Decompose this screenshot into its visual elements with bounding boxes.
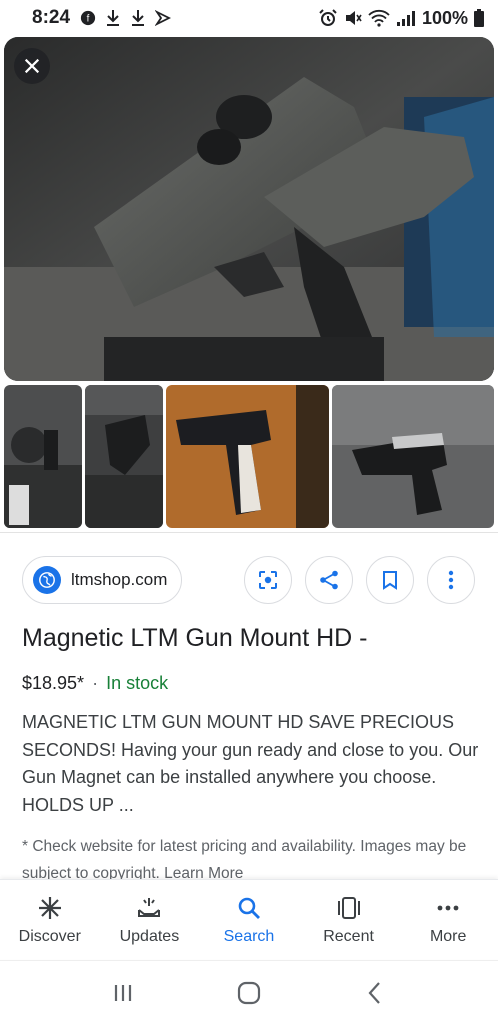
bookmark-icon <box>383 571 397 590</box>
nav-label: Updates <box>119 928 180 945</box>
share-button[interactable] <box>305 556 353 604</box>
thumbnail-2[interactable] <box>85 385 163 528</box>
wifi-icon <box>368 9 390 27</box>
divider <box>0 532 498 533</box>
thumbnail-4[interactable] <box>332 385 494 528</box>
search-icon <box>238 897 260 919</box>
battery-icon <box>474 9 484 27</box>
source-link[interactable]: ltmshop.com <box>22 556 182 604</box>
more-vert-icon <box>448 570 454 590</box>
nav-more[interactable]: More <box>398 880 498 959</box>
status-time: 8:24 <box>32 7 71 28</box>
asterisk-icon <box>38 897 61 919</box>
nav-updates[interactable]: Updates <box>100 880 200 959</box>
recent-icon <box>337 897 360 919</box>
download-icon <box>132 10 145 26</box>
recents-icon[interactable] <box>109 979 137 1007</box>
battery-percent: 100% <box>421 7 468 28</box>
nav-label: Recent <box>323 928 374 945</box>
bookmark-button[interactable] <box>366 556 414 604</box>
result-title[interactable]: Magnetic LTM Gun Mount HD - <box>22 624 367 653</box>
result-description: MAGNETIC LTM GUN MOUNT HD SAVE PRECIOUS … <box>22 712 479 815</box>
thumbnail-1[interactable] <box>4 385 82 528</box>
globe-icon <box>33 566 61 594</box>
notification-icon: f <box>80 10 96 26</box>
price: $18.95* <box>22 673 85 693</box>
back-icon[interactable] <box>361 979 389 1007</box>
share-icon <box>320 570 338 590</box>
related-images <box>4 385 494 528</box>
alarm-icon <box>319 9 337 26</box>
nav-label: Search <box>223 928 275 945</box>
nav-discover[interactable]: Discover <box>0 880 100 959</box>
status-right-icons: 100% <box>318 8 484 29</box>
more-options-button[interactable] <box>427 556 475 604</box>
stock-status: In stock <box>106 673 169 693</box>
pricing-note: * Check website for latest pricing and a… <box>22 838 467 881</box>
nav-label: Discover <box>18 928 81 945</box>
source-domain: ltmshop.com <box>71 570 168 589</box>
lens-icon <box>259 571 277 589</box>
home-icon[interactable] <box>235 979 263 1007</box>
price-row: $18.95* · In stock <box>22 673 168 694</box>
close-button[interactable] <box>14 48 50 84</box>
cast-icon <box>155 9 172 27</box>
system-navigation <box>0 960 498 1024</box>
svg-text:f: f <box>87 14 90 25</box>
status-left-icons: f <box>80 9 172 27</box>
hero-image[interactable] <box>4 37 494 381</box>
bottom-navigation: Discover Updates Search Recent More <box>0 879 498 959</box>
signal-icon <box>396 11 415 26</box>
nav-recent[interactable]: Recent <box>299 880 399 959</box>
download-icon <box>107 10 120 26</box>
updates-icon <box>138 898 161 917</box>
status-bar: 8:24 f 100% <box>0 0 498 36</box>
lens-button[interactable] <box>244 556 292 604</box>
nav-search[interactable]: Search <box>199 880 299 959</box>
more-horiz-icon <box>437 905 459 911</box>
nav-label: More <box>429 928 467 945</box>
separator-dot: · <box>92 673 99 693</box>
thumbnail-3[interactable] <box>166 385 329 528</box>
mute-icon <box>345 11 362 25</box>
close-icon <box>24 58 40 74</box>
